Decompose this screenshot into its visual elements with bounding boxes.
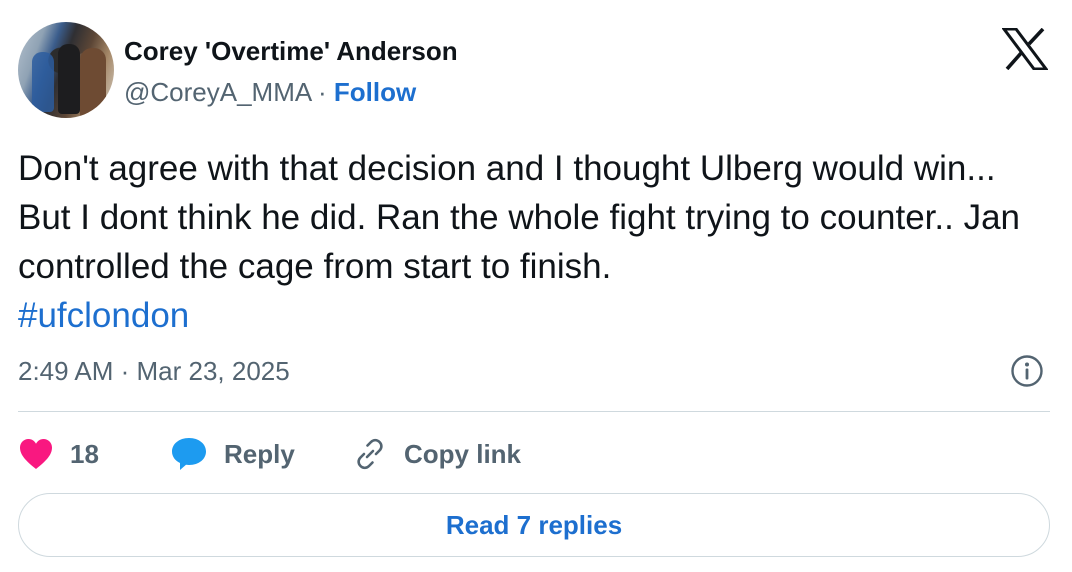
avatar-figure xyxy=(58,44,80,114)
hashtag-link[interactable]: #ufclondon xyxy=(18,296,189,335)
read-replies-button[interactable]: Read 7 replies xyxy=(18,493,1050,557)
follow-button[interactable]: Follow xyxy=(334,77,416,107)
info-icon[interactable] xyxy=(1010,354,1044,388)
divider xyxy=(18,411,1050,412)
link-icon xyxy=(357,438,383,470)
like-button[interactable]: 18 xyxy=(18,430,99,478)
avatar[interactable] xyxy=(18,22,114,118)
separator-dot: · xyxy=(318,77,327,107)
avatar-figure xyxy=(32,52,54,112)
author-name[interactable]: Corey 'Overtime' Anderson xyxy=(124,36,458,67)
reply-label: Reply xyxy=(224,438,295,469)
tweet-timestamp[interactable]: 2:49 AM · Mar 23, 2025 xyxy=(18,356,290,387)
x-logo-icon[interactable] xyxy=(1002,28,1048,70)
like-count: 18 xyxy=(70,438,99,469)
tweet-text: Don't agree with that decision and I tho… xyxy=(18,144,1048,340)
avatar-figure xyxy=(80,48,106,118)
reply-bubble-icon xyxy=(172,438,206,470)
author-handle[interactable]: @CoreyA_MMA xyxy=(124,77,311,107)
author-handle-row: @CoreyA_MMA · Follow xyxy=(124,77,416,108)
copy-link-label: Copy link xyxy=(404,438,522,469)
reply-button[interactable]: Reply xyxy=(170,430,295,478)
heart-icon xyxy=(20,439,52,469)
copy-link-button[interactable]: Copy link xyxy=(352,430,521,478)
tweet-card: Corey 'Overtime' Anderson @CoreyA_MMA · … xyxy=(0,0,1072,572)
tweet-body: Don't agree with that decision and I tho… xyxy=(18,149,1021,286)
